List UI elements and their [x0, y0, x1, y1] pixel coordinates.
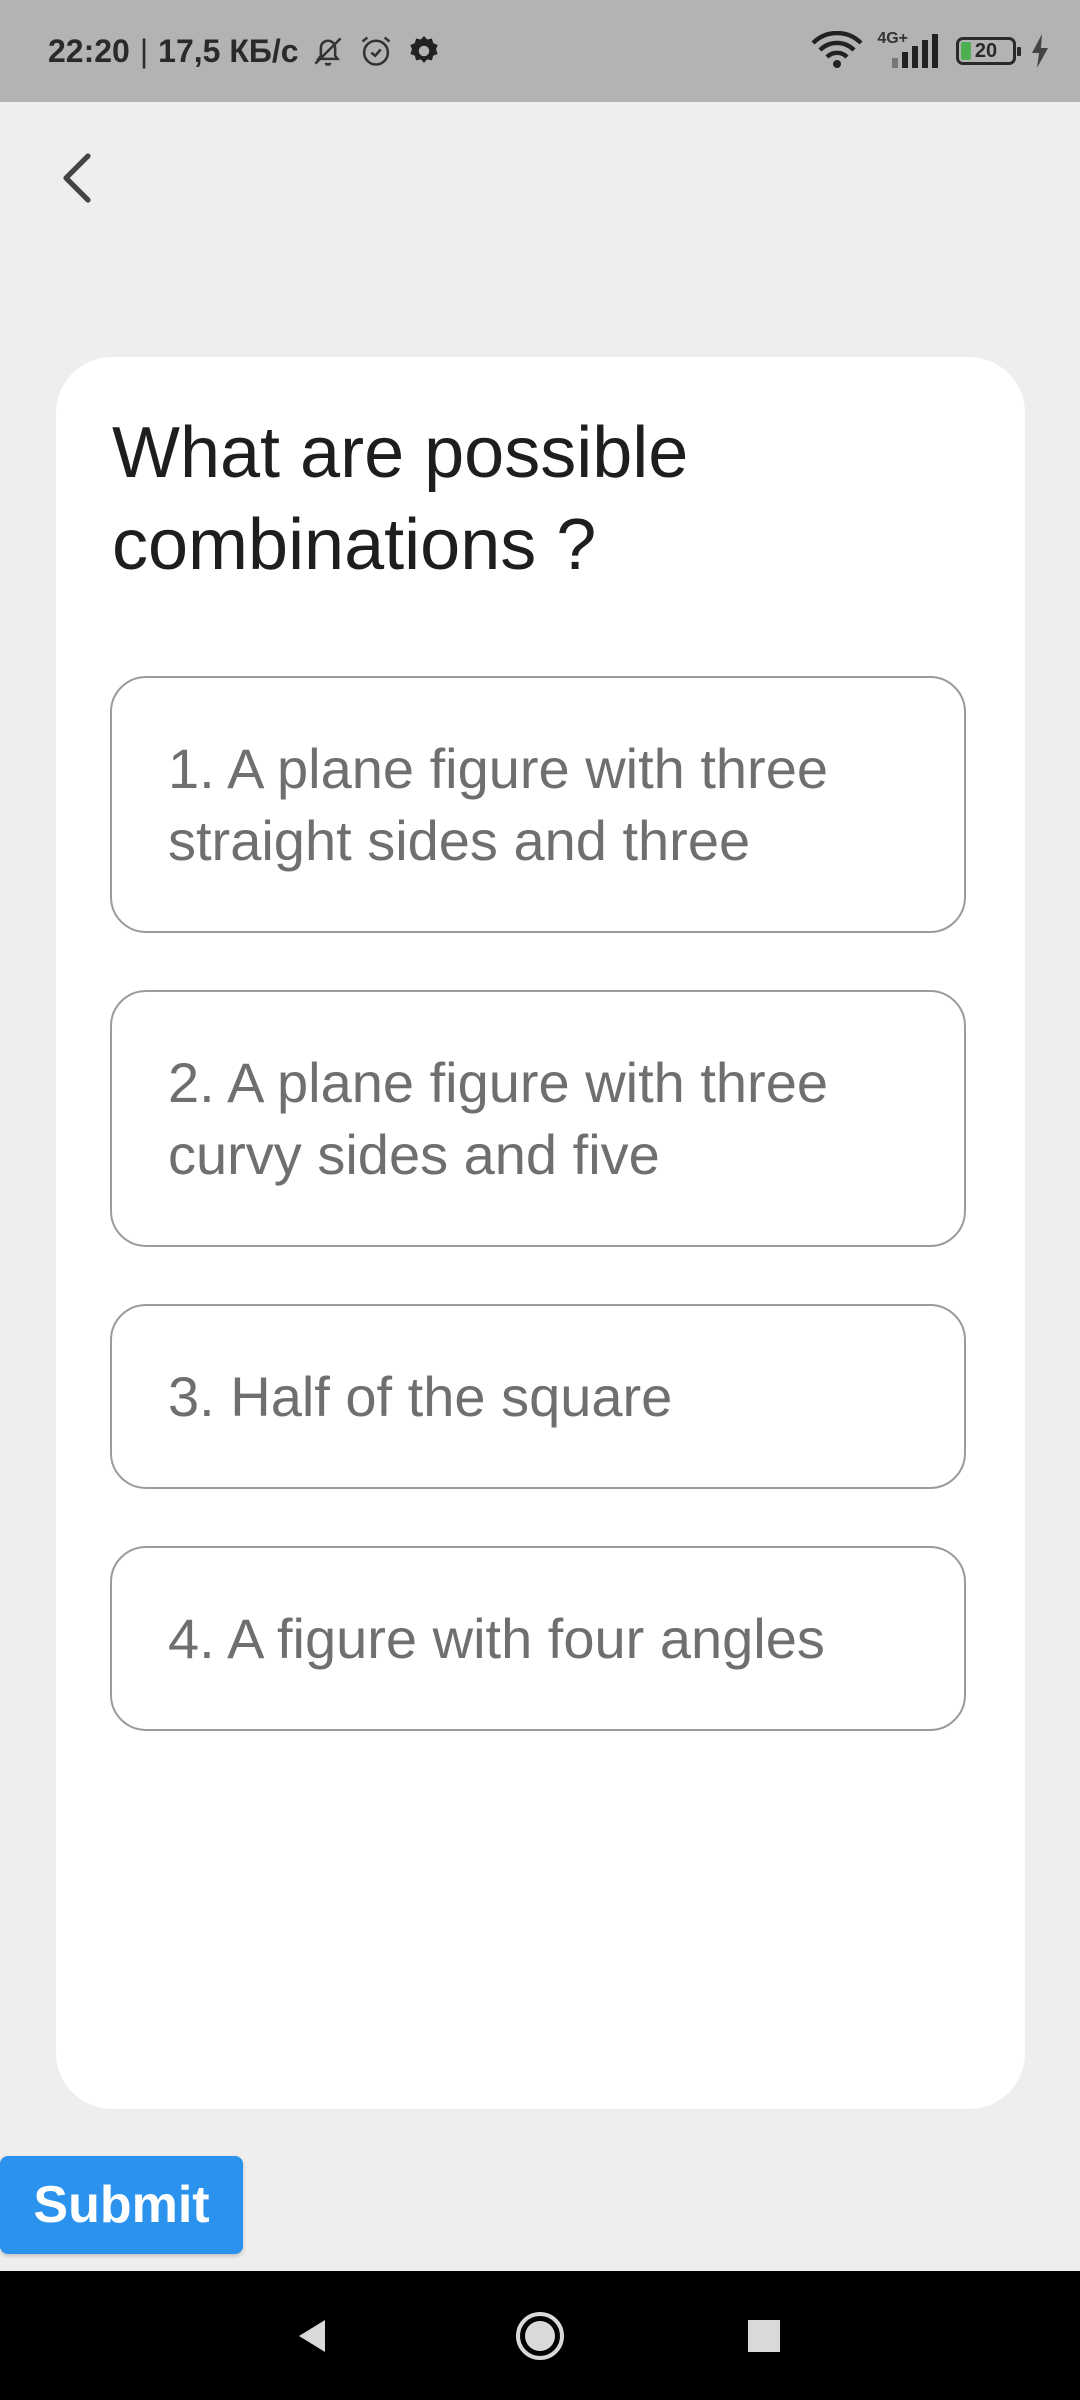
- answer-option-label: 4. A figure with four angles: [168, 1606, 825, 1670]
- status-time: 22:20: [48, 32, 130, 69]
- answer-option-3[interactable]: 3. Half of the square: [110, 1304, 966, 1489]
- navigation-bar: [0, 2271, 1080, 2400]
- battery-level: 20: [974, 39, 998, 62]
- answer-option-4[interactable]: 4. A figure with four angles: [110, 1546, 966, 1731]
- home-circle-icon: [516, 2311, 564, 2360]
- answer-option-label: 3. Half of the square: [168, 1364, 673, 1428]
- back-triangle-icon: [299, 2319, 325, 2352]
- status-right: 4G+ 20: [811, 0, 1050, 102]
- status-bar: 22:20 | 17,5 КБ/с 4G+ 20: [0, 0, 1080, 102]
- status-speed: 17,5 КБ/с: [158, 32, 299, 69]
- bell-off-icon: [313, 37, 342, 66]
- answer-option-label: 2. A plane figure with three curvy sides…: [168, 1050, 828, 1186]
- chevron-left-icon: [63, 153, 91, 203]
- answer-option-1[interactable]: 1. A plane figure with three straight si…: [110, 676, 966, 933]
- charging-icon: [1032, 34, 1048, 68]
- nav-recents-button[interactable]: [704, 2271, 824, 2400]
- alarm-icon: [361, 36, 390, 66]
- nav-home-button[interactable]: [480, 2271, 600, 2400]
- wifi-icon: [811, 31, 863, 68]
- question-card: What are possible combinations ? 1. A pl…: [56, 357, 1025, 2109]
- nav-back-button[interactable]: [253, 2271, 373, 2400]
- question-title: What are possible combinations ?: [112, 413, 689, 585]
- battery-icon: 20: [956, 37, 1021, 65]
- back-button[interactable]: [46, 142, 106, 214]
- status-left: 22:20 | 17,5 КБ/с: [48, 0, 443, 102]
- answer-option-label: 1. A plane figure with three straight si…: [168, 736, 828, 872]
- status-separator: |: [139, 32, 149, 69]
- recents-square-icon: [748, 2319, 780, 2352]
- gear-icon: [409, 35, 438, 63]
- network-type: 4G+: [877, 30, 908, 47]
- answer-option-2[interactable]: 2. A plane figure with three curvy sides…: [110, 990, 966, 1247]
- submit-button[interactable]: Submit: [0, 2156, 243, 2254]
